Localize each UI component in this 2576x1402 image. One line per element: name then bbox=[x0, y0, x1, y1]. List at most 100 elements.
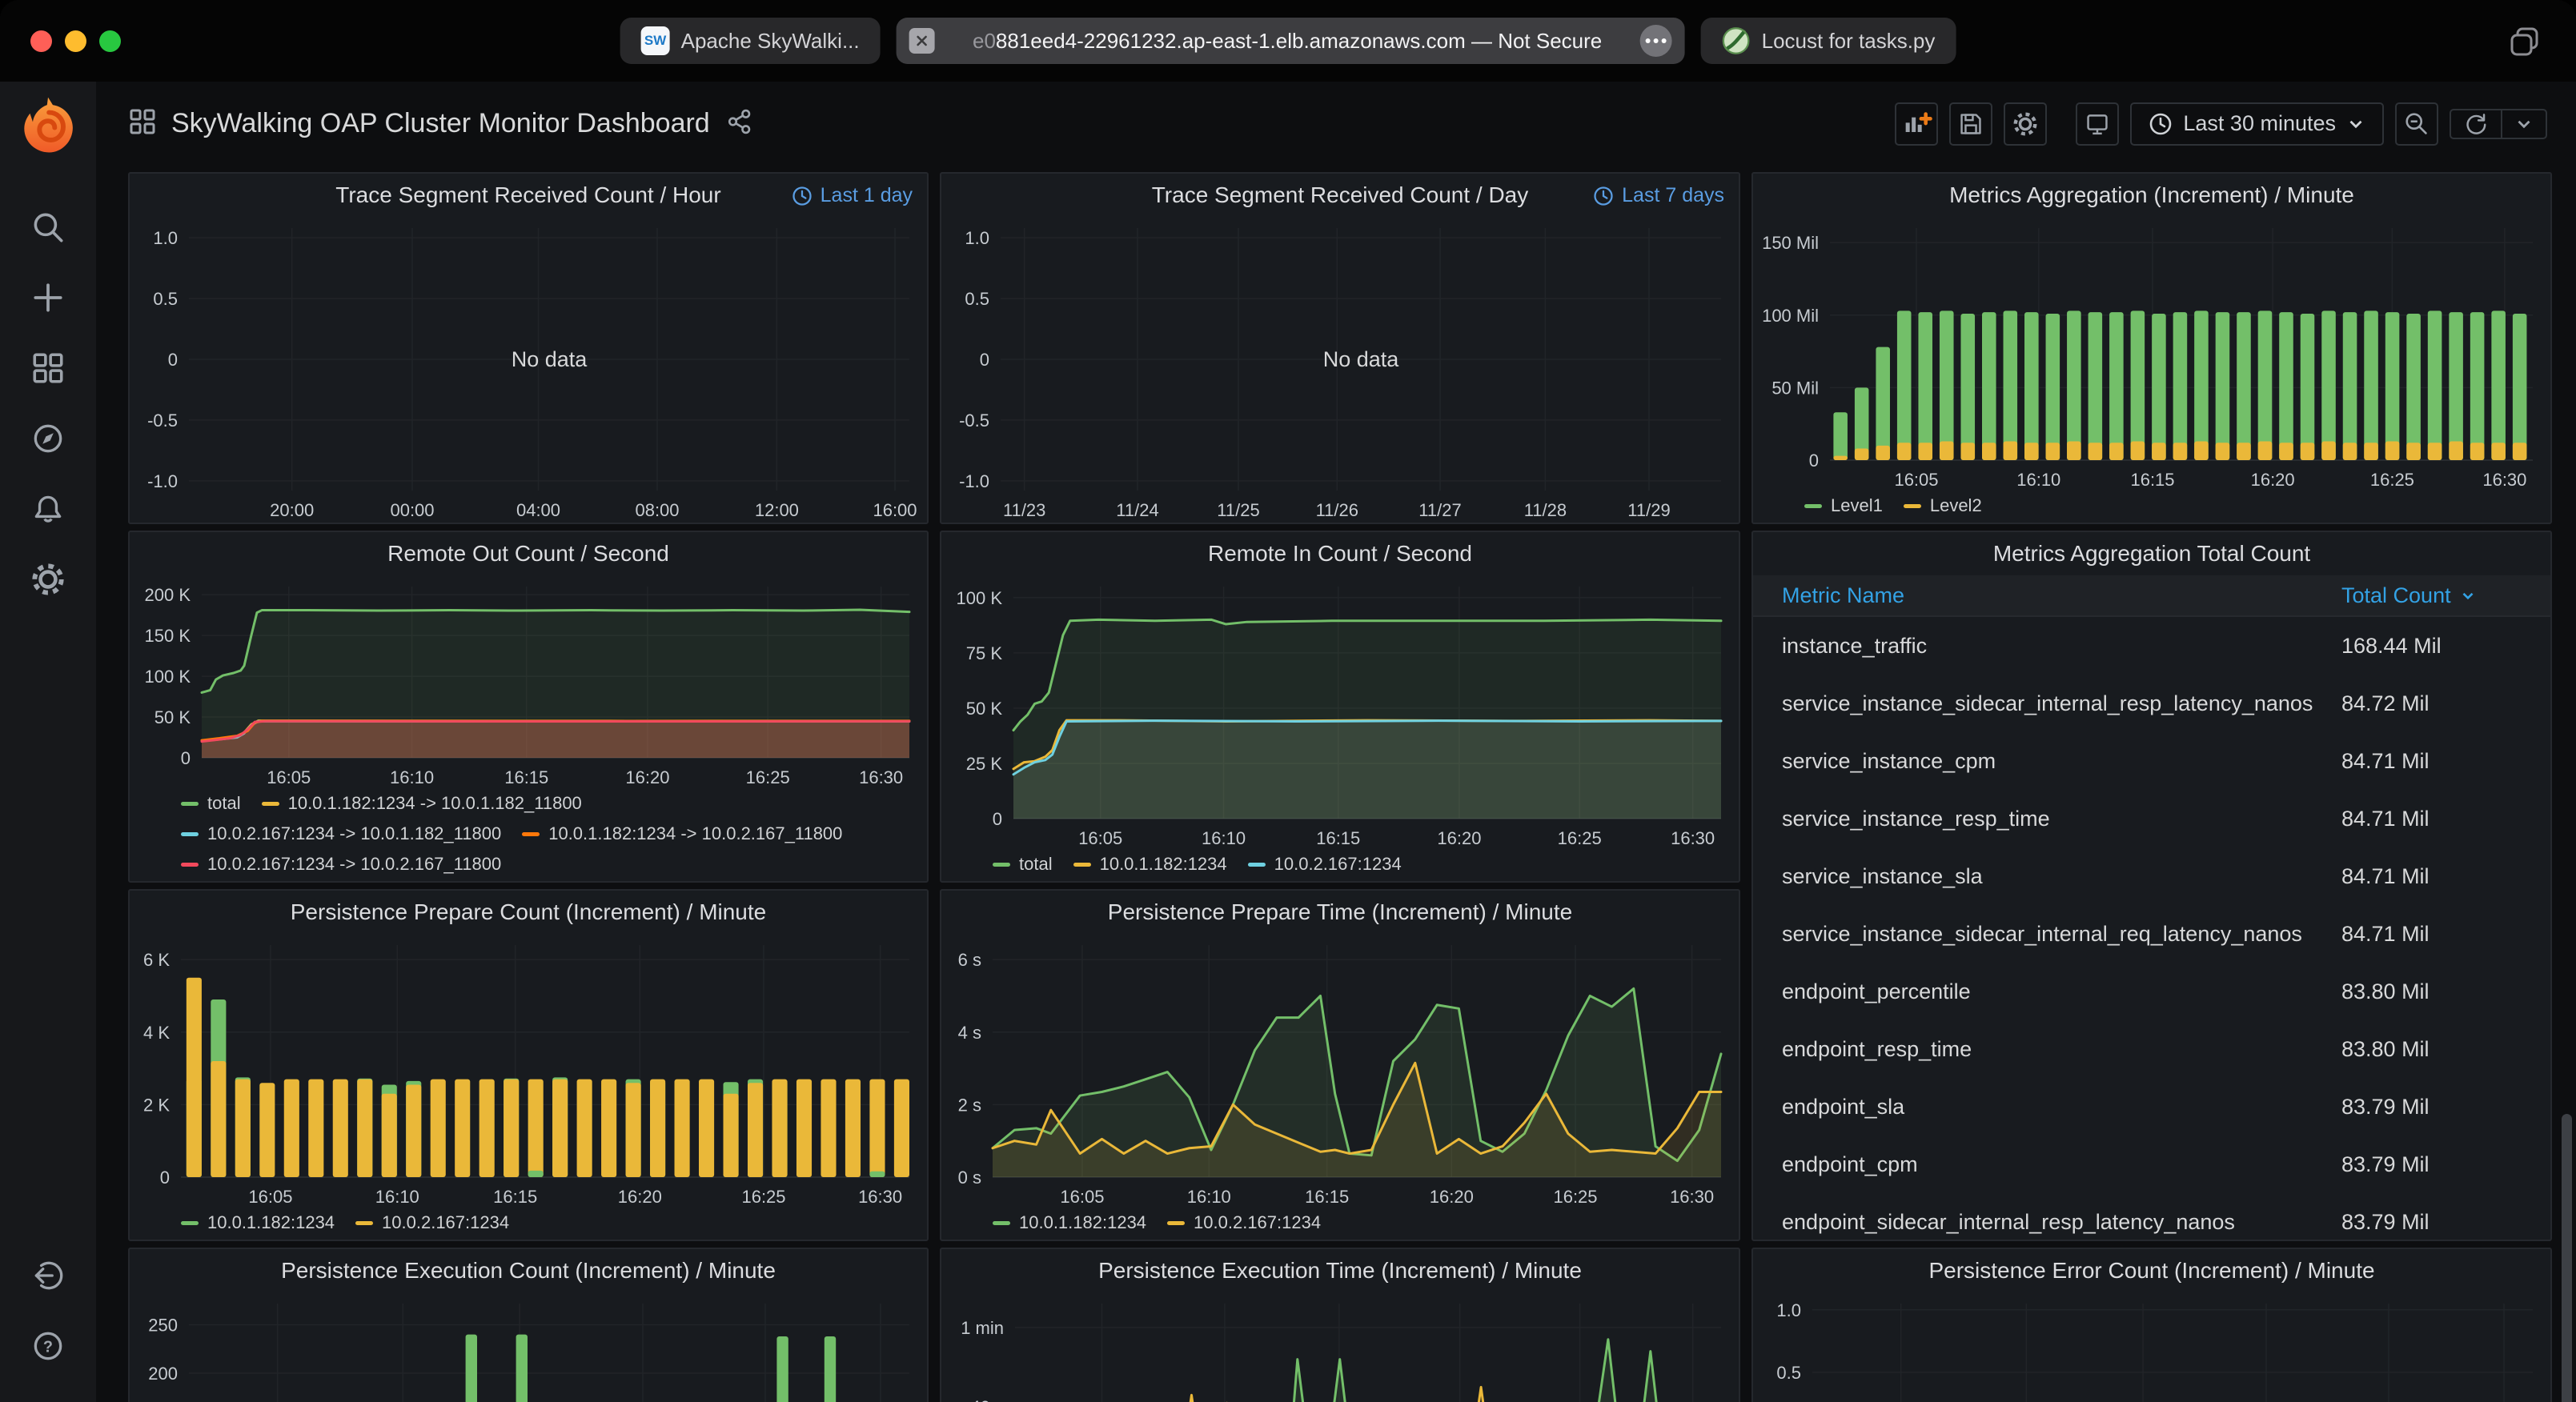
panel-title[interactable]: Persistence Execution Count (Increment) … bbox=[130, 1249, 927, 1292]
chart-persistence-prepare-time[interactable]: 16:0516:1016:1516:2016:2516:300 s2 s4 s6… bbox=[941, 934, 1739, 1209]
legend-item[interactable]: 10.0.1.182:1234 -> 10.0.2.167_11800 bbox=[522, 822, 842, 846]
chart-trace-segment-hour[interactable]: 20:0000:0004:0008:0012:0016:001.00.50-0.… bbox=[130, 217, 927, 523]
column-total-count[interactable]: Total Count bbox=[2341, 583, 2530, 608]
configuration-gear-icon[interactable] bbox=[30, 561, 66, 598]
tab-locust[interactable]: Locust for tasks.py bbox=[1701, 18, 1956, 64]
legend-item[interactable]: Level1 bbox=[1804, 494, 1883, 518]
chart-persistence-execution-count[interactable]: 16:0516:1016:1516:2016:2516:302502001501… bbox=[130, 1292, 927, 1402]
table-row[interactable]: service_instance_sidecar_internal_req_la… bbox=[1753, 905, 2550, 963]
grafana-logo-icon[interactable] bbox=[18, 94, 78, 155]
svg-text:16:05: 16:05 bbox=[1894, 470, 1938, 490]
legend-item[interactable]: 10.0.2.167:1234 -> 10.0.2.167_11800 bbox=[181, 852, 501, 876]
chevron-down-icon bbox=[2519, 121, 2530, 126]
panel-title[interactable]: Persistence Execution Time (Increment) /… bbox=[941, 1249, 1739, 1292]
panel-metrics-aggregation-minute: Metrics Aggregation (Increment) / Minute… bbox=[1751, 172, 2552, 524]
tab-strip: SW Apache SkyWalki... e0881eed4-22961232… bbox=[620, 18, 1956, 64]
chart-persistence-error-count[interactable]: 16:0516:1016:1516:2016:2516:301.00.50-0.… bbox=[1753, 1292, 2550, 1402]
table-row[interactable]: endpoint_percentile 83.80 Mil bbox=[1753, 963, 2550, 1020]
table-row[interactable]: endpoint_sla 83.79 Mil bbox=[1753, 1078, 2550, 1136]
chart-trace-segment-day[interactable]: 11/2311/2411/2511/2611/2711/2811/291.00.… bbox=[941, 217, 1739, 523]
legend-item[interactable]: 10.0.1.182:1234 bbox=[181, 1211, 335, 1235]
panel-title[interactable]: Metrics Aggregation (Increment) / Minute bbox=[1753, 174, 2550, 217]
panel-trace-segment-day: Trace Segment Received Count / Day Last … bbox=[940, 172, 1740, 524]
create-add-icon[interactable] bbox=[30, 279, 66, 316]
refresh-button[interactable] bbox=[2451, 110, 2501, 138]
close-tab-icon[interactable] bbox=[909, 28, 935, 54]
svg-text:16:30: 16:30 bbox=[2482, 470, 2526, 490]
svg-text:1.0: 1.0 bbox=[965, 228, 989, 248]
dashboard-header: SkyWalking OAP Cluster Monitor Dashboard bbox=[96, 82, 2576, 166]
cycle-view-tv-button[interactable] bbox=[2076, 102, 2119, 146]
table-row[interactable]: service_instance_cpm 84.71 Mil bbox=[1753, 732, 2550, 790]
svg-text:25 K: 25 K bbox=[966, 754, 1003, 774]
save-dashboard-button[interactable] bbox=[1949, 102, 1992, 146]
legend-item[interactable]: Level2 bbox=[1904, 494, 1982, 518]
chart-metrics-aggregation[interactable]: 16:0516:1016:1516:2016:2516:30050 Mil100… bbox=[1753, 217, 2550, 492]
panel-title[interactable]: Persistence Error Count (Increment) / Mi… bbox=[1753, 1249, 2550, 1292]
tab-overview-icon[interactable] bbox=[2506, 22, 2544, 65]
legend-item[interactable]: 10.0.1.182:1234 -> 10.0.1.182_11800 bbox=[262, 791, 582, 815]
tab-options-icon[interactable] bbox=[1640, 25, 1672, 57]
tab-active-elb-url[interactable]: e0881eed4-22961232.ap-east-1.elb.amazona… bbox=[897, 18, 1685, 64]
svg-text:16:20: 16:20 bbox=[618, 1187, 662, 1207]
panel-title[interactable]: Persistence Prepare Time (Increment) / M… bbox=[941, 891, 1739, 934]
table-row[interactable]: service_instance_resp_time 84.71 Mil bbox=[1753, 790, 2550, 847]
svg-text:16:10: 16:10 bbox=[2016, 470, 2060, 490]
svg-text:11/24: 11/24 bbox=[1116, 500, 1158, 520]
svg-text:-1.0: -1.0 bbox=[147, 471, 178, 491]
svg-text:16:10: 16:10 bbox=[1187, 1187, 1231, 1207]
panel-title[interactable]: Remote Out Count / Second bbox=[130, 532, 927, 575]
legend-item[interactable]: 10.0.1.182:1234 bbox=[993, 1211, 1146, 1235]
legend-item[interactable]: 10.0.2.167:1234 bbox=[1167, 1211, 1321, 1235]
chart-remote-in-count[interactable]: 16:0516:1016:1516:2016:2516:30025 K50 K7… bbox=[941, 575, 1739, 851]
dashboard-settings-button[interactable] bbox=[2004, 102, 2047, 146]
tab-label: Apache SkyWalki... bbox=[681, 29, 860, 54]
table-row[interactable]: instance_traffic 168.44 Mil bbox=[1753, 617, 2550, 675]
chart-persistence-execution-time[interactable]: 16:0516:1016:1516:2016:2516:301 min40 s2… bbox=[941, 1292, 1739, 1402]
refresh-interval-dropdown[interactable] bbox=[2501, 110, 2546, 138]
search-icon[interactable] bbox=[30, 209, 66, 246]
sign-in-icon[interactable] bbox=[30, 1257, 66, 1294]
legend-item[interactable]: 10.0.2.167:1234 bbox=[355, 1211, 509, 1235]
legend-item[interactable]: total bbox=[181, 791, 241, 815]
legend-item[interactable]: total bbox=[993, 852, 1053, 876]
minimize-window-button[interactable] bbox=[65, 30, 86, 52]
close-window-button[interactable] bbox=[30, 30, 52, 52]
svg-text:50 K: 50 K bbox=[154, 707, 191, 727]
tab-apache-skywalking[interactable]: SW Apache SkyWalki... bbox=[620, 18, 881, 64]
svg-text:6 K: 6 K bbox=[143, 950, 170, 970]
page-scrollbar[interactable] bbox=[2562, 1114, 2572, 1402]
table-row[interactable]: service_instance_sla 84.71 Mil bbox=[1753, 847, 2550, 905]
svg-text:4 s: 4 s bbox=[958, 1023, 981, 1043]
svg-text:-0.5: -0.5 bbox=[147, 411, 178, 431]
chart-remote-out-count[interactable]: 16:0516:1016:1516:2016:2516:30050 K100 K… bbox=[130, 575, 927, 790]
page-title[interactable]: SkyWalking OAP Cluster Monitor Dashboard bbox=[171, 108, 710, 139]
help-icon[interactable]: ? bbox=[30, 1328, 66, 1364]
share-icon[interactable] bbox=[726, 108, 753, 139]
time-range-picker[interactable]: Last 30 minutes bbox=[2130, 102, 2384, 146]
legend-item[interactable]: 10.0.2.167:1234 bbox=[1248, 852, 1402, 876]
legend-item[interactable]: 10.0.2.167:1234 -> 10.0.1.182_11800 bbox=[181, 822, 501, 846]
panel-title[interactable]: Metrics Aggregation Total Count bbox=[1753, 532, 2550, 575]
explore-compass-icon[interactable] bbox=[30, 420, 66, 457]
panel-legend: 10.0.1.182:1234 10.0.2.167:1234 bbox=[941, 1209, 1739, 1240]
add-panel-button[interactable] bbox=[1895, 102, 1938, 146]
table-row[interactable]: service_instance_sidecar_internal_resp_l… bbox=[1753, 675, 2550, 732]
table-row[interactable]: endpoint_resp_time 83.80 Mil bbox=[1753, 1020, 2550, 1078]
maximize-window-button[interactable] bbox=[99, 30, 121, 52]
table-row[interactable]: endpoint_cpm 83.79 Mil bbox=[1753, 1136, 2550, 1193]
svg-text:16:05: 16:05 bbox=[248, 1187, 292, 1207]
column-metric-name[interactable]: Metric Name bbox=[1782, 583, 2341, 608]
zoom-out-button[interactable] bbox=[2395, 102, 2438, 146]
svg-text:16:20: 16:20 bbox=[1437, 828, 1481, 848]
chart-persistence-prepare-count[interactable]: 16:0516:1016:1516:2016:2516:3002 K4 K6 K bbox=[130, 934, 927, 1209]
dashboards-icon[interactable] bbox=[30, 350, 66, 387]
panel-title[interactable]: Remote In Count / Second bbox=[941, 532, 1739, 575]
panel-title[interactable]: Persistence Prepare Count (Increment) / … bbox=[130, 891, 927, 934]
legend-item[interactable]: 10.0.1.182:1234 bbox=[1073, 852, 1227, 876]
svg-text:16:10: 16:10 bbox=[390, 767, 434, 787]
dashboard-grid-icon[interactable] bbox=[128, 107, 157, 140]
table-row[interactable]: endpoint_sidecar_internal_resp_latency_n… bbox=[1753, 1193, 2550, 1240]
alerting-bell-icon[interactable] bbox=[30, 491, 66, 527]
table-body: instance_traffic 168.44 Mil service_inst… bbox=[1753, 617, 2550, 1240]
